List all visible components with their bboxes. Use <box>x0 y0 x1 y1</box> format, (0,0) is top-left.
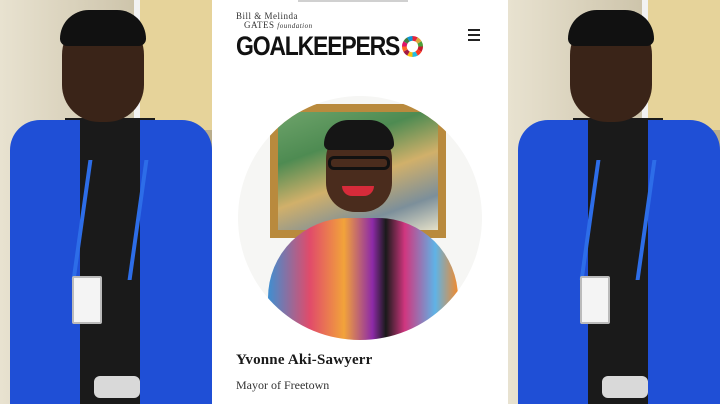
foundation-gates: GATES <box>244 20 275 30</box>
wordmark-text: GOALKEEPERS <box>236 30 400 61</box>
colorful-dress <box>268 218 458 340</box>
goalkeepers-wordmark: GOALKEEPERS <box>236 30 424 61</box>
phone-screen: Bill & Melinda GATES foundation GOALKEEP… <box>212 0 508 404</box>
profile-photo <box>238 96 482 340</box>
side-photo-left <box>0 0 212 404</box>
belt-buckle <box>602 376 648 398</box>
hair <box>60 10 146 46</box>
man-in-blue-jacket <box>10 0 212 404</box>
profile-name: Yvonne Aki-Sawyerr <box>236 352 373 368</box>
id-badge <box>580 276 610 324</box>
hair <box>324 120 394 150</box>
hair <box>568 10 654 46</box>
foundation-name-line2: GATES foundation <box>244 21 424 31</box>
goalkeepers-logo[interactable]: Bill & Melinda GATES foundation GOALKEEP… <box>236 12 424 61</box>
side-photo-right <box>508 0 720 404</box>
jacket-right <box>648 120 720 404</box>
profile-title: Mayor of Freetown <box>236 378 330 392</box>
man-in-blue-jacket <box>518 0 720 404</box>
jacket-right <box>140 120 212 404</box>
site-header: Bill & Melinda GATES foundation GOALKEEP… <box>212 0 508 61</box>
hamburger-menu-icon[interactable] <box>468 29 482 41</box>
smile <box>342 186 374 196</box>
glasses <box>328 156 390 170</box>
id-badge <box>72 276 102 324</box>
profile-caption: Yvonne Aki-Sawyerr Mayor of Freetown <box>236 352 373 393</box>
jacket-left <box>518 120 588 404</box>
foundation-suffix: foundation <box>277 22 313 30</box>
belt-buckle <box>94 376 140 398</box>
sdg-color-wheel-icon <box>402 35 424 58</box>
jacket-left <box>10 120 80 404</box>
